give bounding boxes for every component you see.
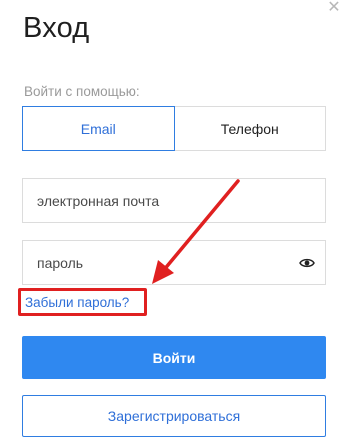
password-field[interactable] <box>23 241 325 284</box>
login-method-tabs: Email Телефон <box>22 106 326 151</box>
email-field[interactable] <box>23 179 325 222</box>
arrow-icon <box>152 179 240 284</box>
login-method-hint: Войти с помощью: <box>24 84 140 99</box>
eye-icon[interactable] <box>299 255 315 271</box>
email-field-wrapper <box>22 178 326 223</box>
tab-email[interactable]: Email <box>22 106 175 151</box>
tab-phone[interactable]: Телефон <box>174 106 326 151</box>
close-icon[interactable]: ✕ <box>327 0 341 16</box>
forgot-password-link[interactable]: Забыли пароль? <box>25 295 129 310</box>
dialog-title: Вход <box>23 12 90 44</box>
register-button[interactable]: Зарегистрироваться <box>22 395 326 437</box>
password-field-wrapper <box>22 240 326 285</box>
login-button[interactable]: Войти <box>22 336 326 379</box>
forgot-password-highlight: Забыли пароль? <box>18 288 147 316</box>
